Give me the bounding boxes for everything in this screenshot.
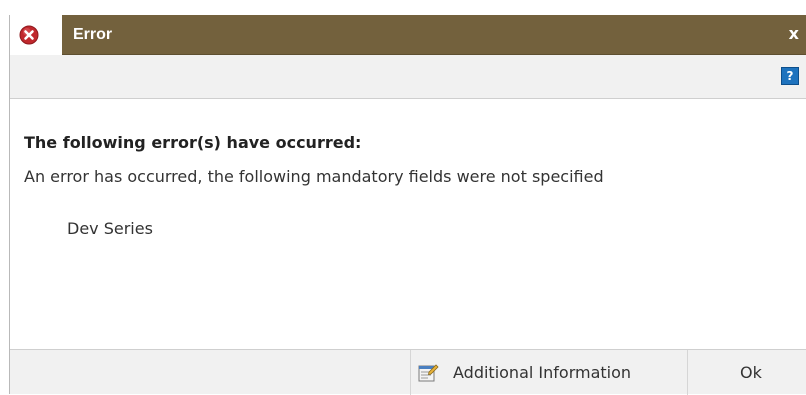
title-bar-fill: Error x — [62, 15, 806, 55]
close-button[interactable]: x — [789, 24, 799, 44]
additional-information-button[interactable]: Additional Information — [411, 350, 687, 394]
error-heading: The following error(s) have occurred: — [24, 133, 362, 152]
error-dialog: Error x ? The following error(s) have oc… — [9, 15, 806, 395]
dialog-content: The following error(s) have occurred: An… — [10, 99, 806, 350]
dialog-title-bar[interactable]: Error x — [10, 15, 806, 55]
title-icon-cell — [10, 15, 62, 55]
help-button[interactable]: ? — [781, 67, 799, 85]
error-message: An error has occurred, the following man… — [24, 167, 604, 186]
dialog-title: Error — [73, 26, 113, 43]
ok-button[interactable]: Ok — [688, 350, 806, 394]
dialog-toolbar: ? — [10, 55, 806, 99]
document-edit-icon — [418, 364, 439, 382]
additional-information-label: Additional Information — [453, 363, 632, 382]
missing-field-item: Dev Series — [67, 219, 153, 238]
ok-label: Ok — [740, 363, 762, 382]
dialog-footer: Additional Information Ok — [10, 349, 806, 395]
error-icon — [19, 25, 39, 45]
help-icon: ? — [786, 69, 794, 83]
